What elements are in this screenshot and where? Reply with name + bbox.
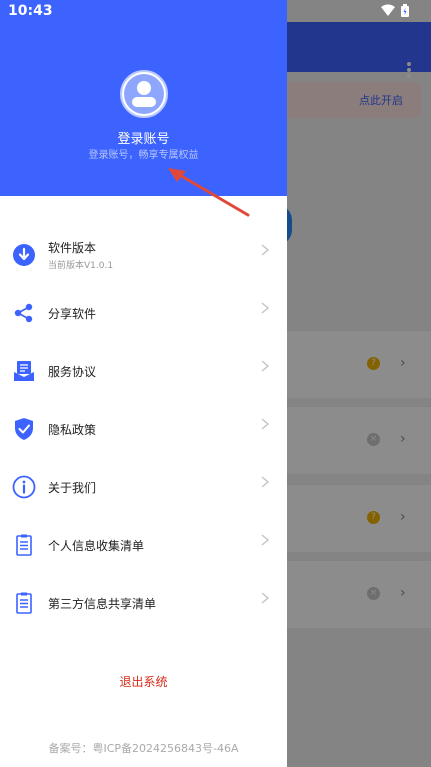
- avatar[interactable]: [120, 70, 168, 118]
- menu-item-share[interactable]: 分享软件: [0, 284, 287, 342]
- menu-item-service-agreement[interactable]: 服务协议: [0, 342, 287, 400]
- chevron-right-icon: [261, 360, 269, 372]
- wifi-icon: [381, 4, 395, 16]
- user-icon: [124, 74, 164, 114]
- menu-item-about-us[interactable]: 关于我们: [0, 458, 287, 516]
- menu-item-label: 关于我们: [48, 480, 97, 495]
- menu-item-label: 软件版本: [48, 241, 97, 255]
- drawer-menu: 软件版本 当前版本V1.0.1 分享软件 服务协议 隐私政策 关于我们 个人信息…: [0, 226, 287, 632]
- icp-record-text: 备案号：粤ICP备2024256843号-46A: [48, 742, 239, 755]
- login-title[interactable]: 登录账号: [0, 128, 287, 147]
- login-subtitle: 登录账号，畅享专属权益: [88, 150, 199, 161]
- list-document-icon: [12, 533, 36, 557]
- menu-item-label: 个人信息收集清单: [48, 538, 145, 553]
- chevron-right-icon: [261, 534, 269, 546]
- info-icon: [12, 475, 36, 499]
- shield-check-icon: [12, 417, 36, 441]
- menu-item-personal-info-list[interactable]: 个人信息收集清单: [0, 516, 287, 574]
- status-icons: [381, 4, 409, 17]
- navigation-drawer: 登录账号 登录账号，畅享专属权益 软件版本 当前版本V1.0.1 分享软件 服务…: [0, 0, 287, 767]
- chevron-right-icon: [261, 476, 269, 488]
- version-text: 当前版本V1.0.1: [48, 261, 114, 271]
- menu-item-label: 服务协议: [48, 364, 97, 379]
- menu-item-software-version[interactable]: 软件版本 当前版本V1.0.1: [0, 226, 287, 284]
- share-icon: [12, 301, 36, 325]
- chevron-right-icon: [261, 244, 269, 256]
- status-bar: 10:43: [0, 0, 431, 22]
- menu-item-privacy-policy[interactable]: 隐私政策: [0, 400, 287, 458]
- menu-item-label: 第三方信息共享清单: [48, 596, 157, 611]
- chevron-right-icon: [261, 418, 269, 430]
- download-circle-icon: [12, 243, 36, 267]
- annotation-arrow-icon: [168, 168, 250, 217]
- status-time: 10:43: [8, 3, 53, 19]
- menu-item-third-party-sharing-list[interactable]: 第三方信息共享清单: [0, 574, 287, 632]
- chevron-right-icon: [261, 302, 269, 314]
- chevron-right-icon: [261, 592, 269, 604]
- list-document-icon: [12, 591, 36, 615]
- menu-item-label: 分享软件: [48, 306, 97, 321]
- battery-icon: [401, 4, 409, 17]
- logout-button[interactable]: 退出系统: [0, 673, 287, 690]
- menu-item-label: 隐私政策: [48, 422, 97, 437]
- agreement-icon: [12, 359, 36, 383]
